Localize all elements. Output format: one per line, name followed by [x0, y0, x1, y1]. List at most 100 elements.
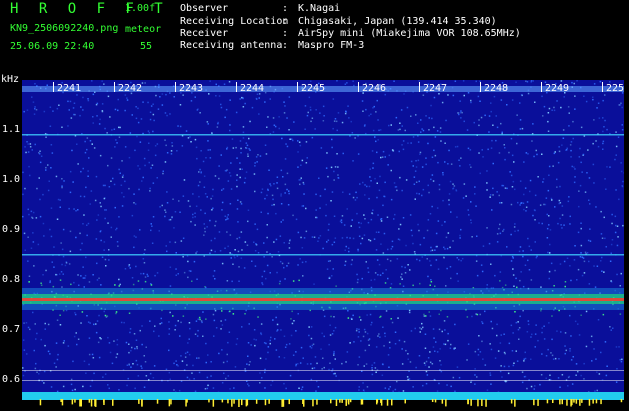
noise-speckle — [68, 345, 70, 347]
noise-speckle — [214, 238, 216, 240]
noise-speckle — [201, 171, 203, 173]
noise-speckle — [349, 342, 351, 344]
noise-speckle — [592, 97, 594, 99]
noise-speckle — [436, 246, 438, 248]
bottom-strip-mark — [537, 399, 539, 406]
noise-speckle — [231, 281, 233, 283]
noise-speckle — [347, 310, 349, 312]
noise-speckle — [204, 187, 206, 189]
noise-speckle — [333, 268, 335, 270]
noise-speckle — [279, 281, 281, 283]
noise-speckle — [535, 333, 537, 335]
noise-speckle — [82, 97, 84, 99]
noise-speckle — [153, 331, 155, 333]
noise-speckle — [72, 361, 74, 363]
noise-speckle — [133, 202, 135, 204]
noise-speckle — [92, 274, 94, 276]
noise-speckle — [88, 100, 90, 102]
noise-speckle — [203, 234, 205, 236]
noise-speckle — [450, 278, 452, 280]
noise-speckle — [249, 361, 251, 363]
noise-speckle — [74, 312, 76, 314]
noise-speckle — [38, 244, 40, 246]
noise-speckle — [192, 365, 194, 367]
noise-speckle — [364, 125, 366, 127]
noise-speckle — [570, 216, 572, 218]
noise-speckle — [574, 182, 576, 184]
noise-speckle — [445, 285, 447, 287]
noise-speckle — [241, 203, 243, 205]
noise-speckle — [349, 237, 351, 239]
noise-speckle — [432, 363, 434, 365]
noise-speckle — [164, 216, 166, 218]
noise-speckle — [435, 155, 437, 157]
noise-speckle — [586, 346, 588, 348]
noise-speckle — [481, 321, 483, 323]
noise-speckle — [520, 119, 522, 121]
signal-line-0-85khz — [22, 254, 624, 256]
noise-speckle — [162, 93, 164, 95]
noise-speckle — [584, 272, 586, 274]
noise-speckle — [70, 284, 72, 286]
noise-speckle — [41, 285, 43, 287]
noise-speckle — [128, 344, 130, 346]
noise-speckle — [439, 360, 441, 362]
noise-speckle — [587, 149, 589, 151]
noise-speckle — [179, 335, 181, 337]
noise-speckle — [311, 347, 313, 349]
noise-speckle — [500, 342, 502, 344]
noise-speckle — [109, 342, 111, 344]
noise-speckle — [233, 387, 235, 389]
noise-speckle — [267, 189, 269, 191]
noise-speckle — [63, 180, 65, 182]
noise-speckle — [371, 365, 373, 367]
noise-speckle — [215, 175, 217, 177]
noise-speckle — [71, 384, 73, 386]
noise-speckle — [61, 271, 63, 273]
noise-speckle — [565, 286, 567, 288]
noise-speckle — [515, 82, 517, 84]
noise-speckle — [475, 351, 477, 353]
noise-speckle — [60, 242, 62, 244]
noise-speckle — [447, 340, 449, 342]
noise-speckle — [536, 256, 538, 258]
noise-speckle — [162, 173, 164, 175]
noise-speckle — [210, 198, 212, 200]
noise-speckle — [558, 203, 560, 205]
noise-speckle — [595, 206, 597, 208]
noise-speckle — [520, 128, 522, 130]
noise-speckle — [207, 385, 209, 387]
noise-speckle — [98, 278, 100, 280]
noise-speckle — [621, 361, 623, 363]
noise-speckle — [603, 126, 605, 128]
noise-speckle — [80, 196, 82, 198]
noise-speckle — [359, 183, 361, 185]
noise-speckle — [346, 111, 348, 113]
noise-speckle — [543, 326, 545, 328]
noise-speckle — [102, 257, 104, 259]
noise-speckle — [615, 225, 617, 227]
noise-speckle — [129, 157, 131, 159]
noise-speckle — [228, 214, 230, 216]
noise-speckle — [549, 244, 551, 246]
noise-speckle — [332, 368, 334, 370]
noise-speckle — [448, 199, 450, 201]
noise-speckle — [189, 338, 191, 340]
noise-speckle — [186, 130, 188, 132]
noise-speckle — [287, 146, 289, 148]
noise-speckle — [239, 177, 241, 179]
noise-speckle — [528, 320, 530, 322]
noise-speckle — [89, 354, 91, 356]
noise-speckle — [525, 210, 527, 212]
noise-speckle — [381, 220, 383, 222]
time-tick-mark — [175, 82, 176, 92]
noise-speckle — [267, 265, 269, 267]
noise-speckle — [302, 386, 304, 388]
noise-speckle — [284, 105, 286, 107]
noise-speckle — [152, 131, 154, 133]
noise-speckle — [487, 284, 489, 286]
noise-speckle — [356, 330, 358, 332]
noise-speckle — [204, 255, 206, 256]
noise-speckle — [331, 275, 333, 277]
noise-speckle — [489, 243, 491, 245]
